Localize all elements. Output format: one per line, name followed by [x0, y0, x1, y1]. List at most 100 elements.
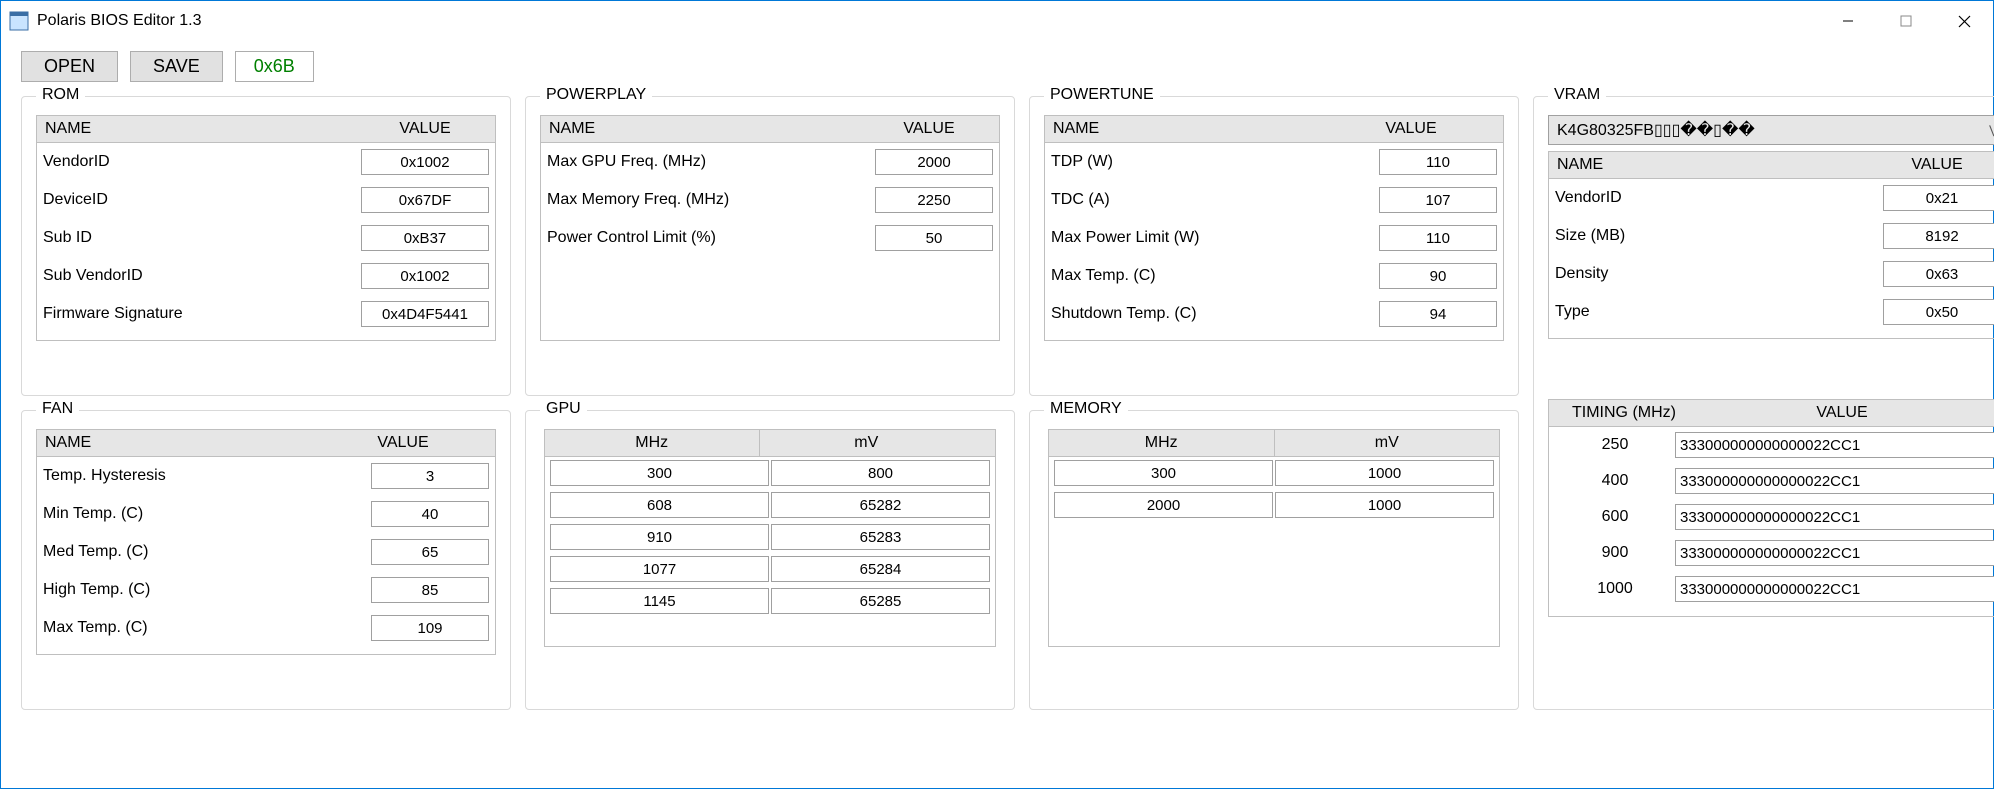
value-input[interactable]	[361, 187, 489, 213]
table-row	[545, 489, 995, 521]
value-input[interactable]	[1379, 187, 1497, 213]
value-input[interactable]	[1883, 299, 1994, 325]
value-input[interactable]	[1883, 261, 1994, 287]
close-button[interactable]	[1935, 1, 1993, 41]
rom-group: ROM NAME VALUE VendorID DeviceID Sub ID …	[21, 96, 511, 396]
value-input[interactable]	[1883, 185, 1994, 211]
mv-input[interactable]	[771, 588, 990, 614]
minimize-button[interactable]	[1819, 1, 1877, 41]
app-window: Polaris BIOS Editor 1.3 OPEN SAVE 0x6B R…	[0, 0, 1994, 789]
col-mv: mV	[1274, 430, 1500, 456]
fan-table-body[interactable]: Temp. Hysteresis Min Temp. (C) Med Temp.…	[36, 457, 496, 655]
row-label: Firmware Signature	[43, 305, 183, 323]
powertune-legend: POWERTUNE	[1044, 86, 1160, 104]
col-value: VALUE	[1867, 156, 1994, 174]
row-label: High Temp. (C)	[43, 581, 150, 599]
value-input[interactable]	[1379, 301, 1497, 327]
value-input[interactable]	[361, 301, 489, 327]
col-name: NAME	[37, 434, 333, 452]
value-input[interactable]	[1379, 149, 1497, 175]
gpu-group: GPU MHz mV	[525, 410, 1015, 710]
mhz-input[interactable]	[550, 556, 769, 582]
value-input[interactable]	[875, 187, 993, 213]
row-label: VendorID	[43, 153, 110, 171]
table-row	[1049, 489, 1499, 521]
maximize-button[interactable]	[1877, 1, 1935, 41]
open-button[interactable]: OPEN	[21, 51, 118, 82]
row-label: TDC (A)	[1051, 191, 1110, 209]
value-input[interactable]	[371, 615, 489, 641]
table-row	[545, 457, 995, 489]
value-input[interactable]	[361, 149, 489, 175]
table-row: Sub VendorID	[37, 257, 495, 295]
mv-input[interactable]	[771, 556, 990, 582]
mhz-input[interactable]	[550, 524, 769, 550]
timing-row: 250	[1549, 427, 1994, 463]
value-input[interactable]	[361, 263, 489, 289]
value-input[interactable]	[371, 463, 489, 489]
timing-value-input[interactable]	[1675, 432, 1994, 458]
memory-group: MEMORY MHz mV	[1029, 410, 1519, 710]
table-row: Type	[1549, 293, 1994, 331]
timing-row: 600	[1549, 499, 1994, 535]
mhz-input[interactable]	[1054, 492, 1273, 518]
vram-module-select[interactable]: K4G80325FB▯▯▯��▯�� ⋁	[1548, 115, 1994, 145]
powerplay-legend: POWERPLAY	[540, 86, 652, 104]
client-area: OPEN SAVE 0x6B ROM NAME VALUE VendorID D…	[1, 41, 1993, 788]
powertune-table-header: NAME VALUE	[1044, 115, 1504, 143]
value-input[interactable]	[371, 539, 489, 565]
value-input[interactable]	[371, 501, 489, 527]
mv-input[interactable]	[771, 524, 990, 550]
row-label: DeviceID	[43, 191, 108, 209]
timing-freq: 1000	[1555, 580, 1675, 598]
table-row: Shutdown Temp. (C)	[1045, 295, 1503, 333]
col-name: NAME	[1549, 156, 1867, 174]
timing-freq: 250	[1555, 436, 1675, 454]
value-input[interactable]	[371, 577, 489, 603]
value-input[interactable]	[875, 149, 993, 175]
fan-legend: FAN	[36, 400, 79, 418]
value-input[interactable]	[1883, 223, 1994, 249]
table-row	[1049, 457, 1499, 489]
row-label: TDP (W)	[1051, 153, 1113, 171]
mhz-input[interactable]	[1054, 460, 1273, 486]
mv-input[interactable]	[1275, 492, 1494, 518]
timing-table-body[interactable]: 250 400 600 900 1000	[1548, 427, 1994, 617]
save-button[interactable]: SAVE	[130, 51, 223, 82]
powerplay-table-body: Max GPU Freq. (MHz) Max Memory Freq. (MH…	[540, 143, 1000, 341]
vram-legend: VRAM	[1548, 86, 1606, 104]
timing-value-input[interactable]	[1675, 540, 1994, 566]
row-label: Shutdown Temp. (C)	[1051, 305, 1197, 323]
mhz-input[interactable]	[550, 492, 769, 518]
mv-input[interactable]	[771, 492, 990, 518]
powertune-table-body[interactable]: TDP (W) TDC (A) Max Power Limit (W) Max …	[1044, 143, 1504, 341]
timing-row: 400	[1549, 463, 1994, 499]
mv-input[interactable]	[1275, 460, 1494, 486]
mhz-input[interactable]	[550, 460, 769, 486]
gpu-table-body[interactable]	[544, 457, 996, 647]
value-input[interactable]	[361, 225, 489, 251]
value-input[interactable]	[1379, 225, 1497, 251]
table-row: DeviceID	[37, 181, 495, 219]
mhz-input[interactable]	[550, 588, 769, 614]
timing-value-input[interactable]	[1675, 576, 1994, 602]
table-row: Density	[1549, 255, 1994, 293]
panels-grid: ROM NAME VALUE VendorID DeviceID Sub ID …	[21, 96, 1973, 710]
timing-value-input[interactable]	[1675, 504, 1994, 530]
row-label: Sub ID	[43, 229, 92, 247]
mv-input[interactable]	[771, 460, 990, 486]
table-row: Temp. Hysteresis	[37, 457, 495, 495]
row-label: Max GPU Freq. (MHz)	[547, 153, 706, 171]
col-timing: TIMING (MHz)	[1549, 404, 1699, 422]
value-input[interactable]	[875, 225, 993, 251]
table-row: VendorID	[37, 143, 495, 181]
vram-table-body: VendorID Size (MB) Density Type	[1548, 179, 1994, 339]
value-input[interactable]	[1379, 263, 1497, 289]
timing-table-header: TIMING (MHz) VALUE	[1548, 399, 1994, 427]
table-row: TDC (A)	[1045, 181, 1503, 219]
table-row: Max Temp. (C)	[1045, 257, 1503, 295]
rom-legend: ROM	[36, 86, 85, 104]
timing-value-input[interactable]	[1675, 468, 1994, 494]
col-name: NAME	[541, 120, 859, 138]
row-label: Max Temp. (C)	[43, 619, 148, 637]
